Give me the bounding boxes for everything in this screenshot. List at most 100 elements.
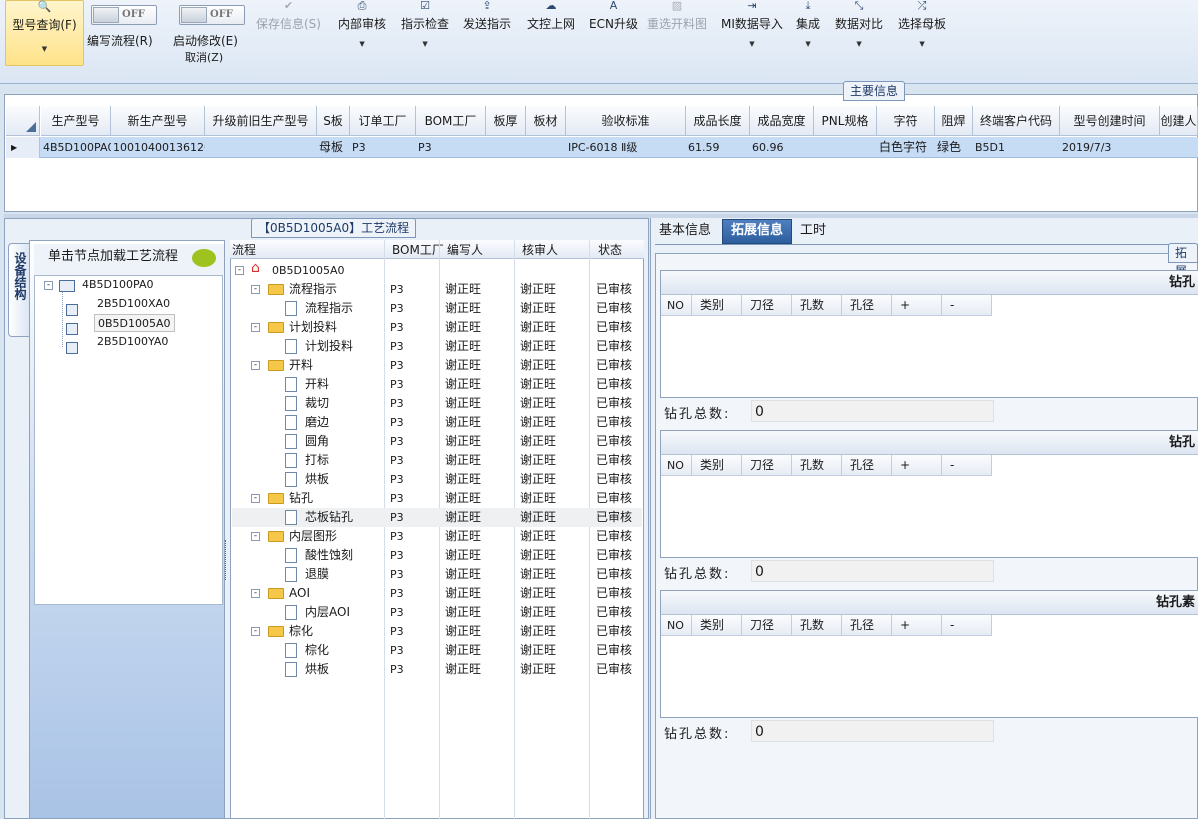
drill-count-field[interactable]: 0 <box>751 400 994 422</box>
col-header[interactable]: 成品宽度 <box>750 106 814 136</box>
flow-row[interactable]: 流程指示 P3 谢正旺 谢正旺 已审核 <box>232 299 642 318</box>
folder-icon <box>268 360 284 371</box>
start-modify-toggle[interactable]: OFF <box>179 5 245 25</box>
compress-icon: ⤡ <box>854 0 864 12</box>
flow-row[interactable]: 内层AOI P3 谢正旺 谢正旺 已审核 <box>232 603 642 622</box>
col-header[interactable]: PNL规格 <box>814 106 877 136</box>
remove-row-button[interactable]: - <box>942 615 992 636</box>
remove-row-button[interactable]: - <box>942 295 992 316</box>
col-header[interactable]: 型号创建时间 <box>1060 106 1160 136</box>
document-icon <box>285 434 297 449</box>
drill-count-field[interactable]: 0 <box>751 720 994 742</box>
tree-node[interactable]: 2B5D100XA0 <box>97 297 170 310</box>
flow-row[interactable]: 烘板 P3 谢正旺 谢正旺 已审核 <box>232 470 642 489</box>
flow-row[interactable]: 计划投料 P3 谢正旺 谢正旺 已审核 <box>232 337 642 356</box>
flow-row[interactable]: 打标 P3 谢正旺 谢正旺 已审核 <box>232 451 642 470</box>
flow-row[interactable]: - 钻孔 P3 谢正旺 谢正旺 已审核 <box>232 489 642 508</box>
flow-row[interactable]: - 棕化 P3 谢正旺 谢正旺 已审核 <box>232 622 642 641</box>
col-header[interactable]: 编写人 <box>447 241 483 258</box>
instruction-check-button[interactable]: ☑ 指示检查 ▼ <box>401 0 449 48</box>
col-header[interactable]: 状态 <box>598 241 622 258</box>
flow-row[interactable]: - 开料 P3 谢正旺 谢正旺 已审核 <box>232 356 642 375</box>
flow-row[interactable]: 开料 P3 谢正旺 谢正旺 已审核 <box>232 375 642 394</box>
model-query-button[interactable]: 🔍 型号查询(F) ▼ <box>5 0 84 66</box>
col-header[interactable]: 阻焊 <box>935 106 973 136</box>
checkbox-icon: ☑ <box>420 0 430 12</box>
flow-row[interactable]: - 计划投料 P3 谢正旺 谢正旺 已审核 <box>232 318 642 337</box>
tree-node[interactable]: 2B5D100YA0 <box>97 335 168 348</box>
chevron-down-icon: ▼ <box>749 40 755 48</box>
col-header[interactable]: 创建人 <box>1160 106 1198 136</box>
remove-row-button[interactable]: - <box>942 455 992 476</box>
integrate-button[interactable]: ⤓ 集成 ▼ <box>796 0 820 48</box>
col-header[interactable]: 成品长度 <box>686 106 750 136</box>
write-flow-toggle[interactable]: OFF <box>91 5 157 25</box>
collapse-icon[interactable]: - <box>235 266 244 275</box>
flow-row[interactable]: - AOI P3 谢正旺 谢正旺 已审核 <box>232 584 642 603</box>
tab-extended-info[interactable]: 拓展信息 <box>722 219 792 244</box>
board-icon <box>66 323 78 335</box>
flow-root-row[interactable]: - ⌂ 0B5D1005A0 <box>232 260 642 280</box>
mi-import-button[interactable]: ⇥ MI数据导入 ▼ <box>721 0 783 48</box>
flow-row[interactable]: 烘板 P3 谢正旺 谢正旺 已审核 <box>232 660 642 679</box>
flow-row[interactable]: - 流程指示 P3 谢正旺 谢正旺 已审核 <box>232 280 642 299</box>
flow-row[interactable]: 芯板钻孔 P3 谢正旺 谢正旺 已审核 <box>232 508 642 527</box>
add-row-button[interactable]: + <box>892 295 942 316</box>
flow-row[interactable]: - 内层图形 P3 谢正旺 谢正旺 已审核 <box>232 527 642 546</box>
col-header[interactable]: 板厚 <box>486 106 526 136</box>
folder-icon <box>268 626 284 637</box>
flow-row[interactable]: 酸性蚀刻 P3 谢正旺 谢正旺 已审核 <box>232 546 642 565</box>
drill-count-field[interactable]: 0 <box>751 560 994 582</box>
col-header[interactable]: 终端客户代码 <box>973 106 1060 136</box>
flow-row[interactable]: 圆角 P3 谢正旺 谢正旺 已审核 <box>232 432 642 451</box>
send-instruction-button[interactable]: ⇪ 发送指示 <box>463 0 511 32</box>
col-header[interactable]: BOM工厂 <box>416 106 486 136</box>
select-master-button[interactable]: ⤮ 选择母板 ▼ <box>898 0 946 48</box>
collapse-icon[interactable]: - <box>44 281 53 290</box>
doc-upload-button[interactable]: ☁ 文控上网 <box>527 0 575 32</box>
col-header[interactable]: BOM工厂 <box>392 241 444 258</box>
flow-row[interactable]: 退膜 P3 谢正旺 谢正旺 已审核 <box>232 565 642 584</box>
extended-caption: 拓展 <box>1168 243 1198 278</box>
tab-work-hours[interactable]: 工时 <box>800 221 826 243</box>
folder-icon <box>268 284 284 295</box>
col-header[interactable]: 字符 <box>877 106 935 136</box>
collapse-icon[interactable]: - <box>251 532 260 541</box>
collapse-icon[interactable]: - <box>251 494 260 503</box>
col-header[interactable]: 板材 <box>526 106 566 136</box>
flow-row[interactable]: 棕化 P3 谢正旺 谢正旺 已审核 <box>232 641 642 660</box>
cancel-button[interactable]: 取消(Z) <box>185 49 223 65</box>
collapse-icon[interactable]: - <box>251 285 260 294</box>
main-info-caption: 主要信息 <box>843 81 906 101</box>
splitter-grip[interactable] <box>225 540 229 580</box>
flow-row[interactable]: 裁切 P3 谢正旺 谢正旺 已审核 <box>232 394 642 413</box>
add-row-button[interactable]: + <box>892 455 942 476</box>
col-header[interactable]: 流程 <box>232 241 256 258</box>
col-header[interactable]: 订单工厂 <box>350 106 416 136</box>
col-header[interactable]: 生产型号 <box>41 106 111 136</box>
device-structure-tab[interactable]: 设备结构 <box>8 243 29 337</box>
flow-row[interactable]: 磨边 P3 谢正旺 谢正旺 已审核 <box>232 413 642 432</box>
cloud-upload-icon: ☁ <box>545 0 557 12</box>
collapse-icon[interactable]: - <box>251 323 260 332</box>
ecn-upgrade-button[interactable]: A ECN升级 <box>589 0 638 32</box>
print-icon: ⎙ <box>357 0 367 12</box>
grid-corner[interactable] <box>6 106 40 136</box>
col-header[interactable]: 验收标准 <box>566 106 686 136</box>
col-header[interactable]: S板 <box>317 106 350 136</box>
collapse-icon[interactable]: - <box>251 589 260 598</box>
col-header[interactable]: 核审人 <box>522 241 558 258</box>
collapse-icon[interactable]: - <box>251 361 260 370</box>
reselect-cut-button[interactable]: ▨ 重选开料图 <box>647 0 707 32</box>
tree-node-selected[interactable]: 0B5D1005A0 <box>94 314 175 332</box>
tab-basic-info[interactable]: 基本信息 <box>655 221 715 243</box>
add-row-button[interactable]: + <box>892 615 942 636</box>
chevron-down-icon: ▼ <box>359 40 365 48</box>
col-header[interactable]: 新生产型号 <box>111 106 205 136</box>
data-compare-button[interactable]: ⤡ 数据对比 ▼ <box>835 0 883 48</box>
save-info-button[interactable]: ✔ 保存信息(S) <box>256 0 321 32</box>
tree-node[interactable]: 4B5D100PA0 <box>82 278 153 291</box>
col-header[interactable]: 升级前旧生产型号 <box>205 106 317 136</box>
collapse-icon[interactable]: - <box>251 627 260 636</box>
internal-review-button[interactable]: ⎙ 内部审核 ▼ <box>338 0 386 48</box>
